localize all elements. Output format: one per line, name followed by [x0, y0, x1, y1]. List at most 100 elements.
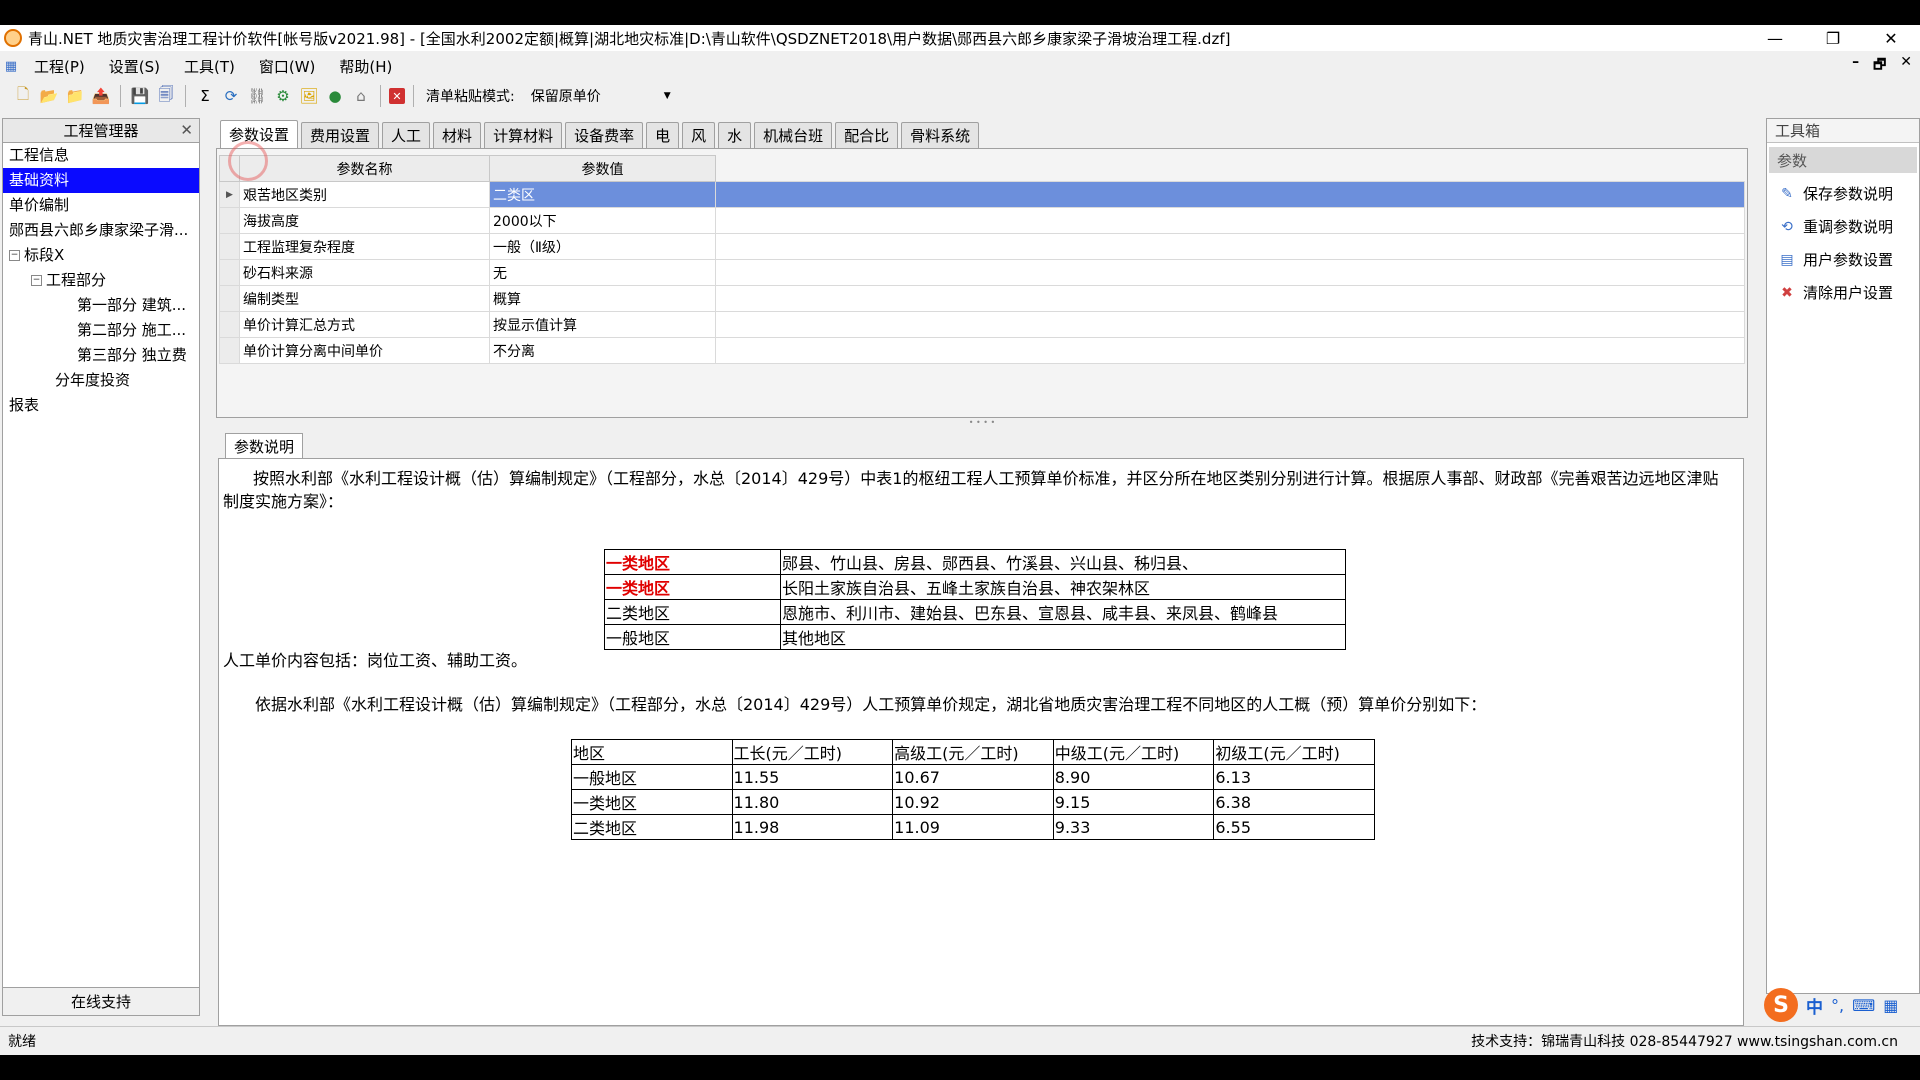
- tree-item-basic-data[interactable]: 基础资料: [3, 168, 199, 193]
- sogou-ime-icon[interactable]: S: [1764, 988, 1798, 1022]
- menu-bar: ▦ 工程(P) 设置(S) 工具(T) 窗口(W) 帮助(H) – 🗗 ✕: [0, 53, 1920, 79]
- menu-help[interactable]: 帮助(H): [327, 56, 404, 77]
- table-row[interactable]: 单价计算分离中间单价 不分离: [219, 337, 1745, 364]
- title-bar: 青山.NET 地质灾害治理工程计价软件[帐号版v2021.98] - [全国水利…: [0, 25, 1920, 51]
- reload-param-description-button[interactable]: ⟲ 重调参数说明: [1767, 210, 1919, 243]
- tab-equipment-rate[interactable]: 设备费率: [565, 122, 644, 148]
- globe-icon[interactable]: ●: [324, 85, 346, 107]
- param-value[interactable]: 不分离: [489, 337, 716, 364]
- user-param-settings-button[interactable]: ▤ 用户参数设置: [1767, 243, 1919, 276]
- restore-button[interactable]: ❐: [1804, 25, 1862, 51]
- wage-header: 工长(元／工时): [731, 739, 894, 765]
- menu-project[interactable]: 工程(P): [22, 56, 97, 77]
- paste-mode-value: 保留原单价: [530, 89, 601, 105]
- tab-bar: 参数设置 费用设置 人工 材料 计算材料 设备费率 电 风 水 机械台班 配合比…: [220, 120, 980, 148]
- clear-user-settings-button[interactable]: ✖ 清除用户设置: [1767, 276, 1919, 309]
- grid-header-row: 参数名称 参数值: [219, 155, 1745, 182]
- param-value[interactable]: 二类区: [489, 181, 716, 208]
- save-all-icon[interactable]: 🗐: [155, 85, 177, 107]
- tab-materials[interactable]: 材料: [433, 122, 482, 148]
- close-button[interactable]: ✕: [1862, 25, 1920, 51]
- tree-item-unit-price[interactable]: 单价编制: [3, 193, 199, 218]
- ime-keyboard-icon[interactable]: ⌨: [1852, 996, 1875, 1015]
- save-param-description-button[interactable]: ✎ 保存参数说明: [1767, 177, 1919, 210]
- toolbox-title: 工具箱: [1767, 119, 1919, 143]
- table-row[interactable]: ▶ 艰苦地区类别 二类区: [219, 181, 1745, 208]
- application-window: 青山.NET 地质灾害治理工程计价软件[帐号版v2021.98] - [全国水利…: [0, 25, 1920, 1055]
- tree-item-part-3[interactable]: 第三部分 独立费: [3, 343, 199, 368]
- column-header-value[interactable]: 参数值: [489, 155, 716, 182]
- mdi-restore-button[interactable]: 🗗: [1873, 54, 1886, 78]
- paste-mode-select[interactable]: 保留原单价 ▼: [527, 85, 675, 107]
- link-icon[interactable]: ⛓: [246, 85, 268, 107]
- tree-item-engineering[interactable]: − 工程部分: [3, 268, 199, 293]
- table-row: 一类地区 长阳土家族自治县、五峰土家族自治县、神农架林区: [604, 574, 1346, 600]
- table-row: 一类地区 郧县、竹山县、房县、郧西县、竹溪县、兴山县、秭归县、: [604, 549, 1346, 575]
- refresh-icon[interactable]: ⟳: [220, 85, 242, 107]
- table-row[interactable]: 编制类型 概算: [219, 285, 1745, 312]
- settings-doc-icon: ▤: [1780, 251, 1794, 268]
- table-row[interactable]: 砂石料来源 无: [219, 259, 1745, 286]
- tab-water[interactable]: 水: [718, 122, 752, 148]
- mdi-minimize-button[interactable]: –: [1852, 54, 1859, 78]
- home-icon[interactable]: ⌂: [350, 85, 372, 107]
- picture-icon[interactable]: 🖼: [298, 85, 320, 107]
- param-value[interactable]: 2000以下: [489, 207, 716, 234]
- tab-machinery[interactable]: 机械台班: [754, 122, 833, 148]
- open-folder-icon[interactable]: 📂: [38, 85, 60, 107]
- param-value[interactable]: 一般（Ⅱ级）: [489, 233, 716, 260]
- menu-window[interactable]: 窗口(W): [247, 56, 328, 77]
- mdi-close-button[interactable]: ✕: [1900, 54, 1912, 78]
- param-value[interactable]: 按显示值计算: [489, 311, 716, 338]
- open-recent-icon[interactable]: 📁: [64, 85, 86, 107]
- calc-icon[interactable]: ⚙: [272, 85, 294, 107]
- menu-settings[interactable]: 设置(S): [97, 56, 172, 77]
- tree-item-part-2[interactable]: 第二部分 施工...: [3, 318, 199, 343]
- collapse-icon[interactable]: −: [9, 250, 20, 261]
- region-areas: 郧县、竹山县、房县、郧西县、竹溪县、兴山县、秭归县、: [780, 549, 1346, 575]
- table-row[interactable]: 海拔高度 2000以下: [219, 207, 1745, 234]
- tree-item-part-1[interactable]: 第一部分 建筑...: [3, 293, 199, 318]
- online-support-button[interactable]: 在线支持: [3, 987, 199, 1015]
- region-category: 一类地区: [604, 549, 781, 575]
- save-icon[interactable]: 💾: [129, 85, 151, 107]
- tab-mix-ratio[interactable]: 配合比: [835, 122, 899, 148]
- tree-item-project-root[interactable]: 郧西县六郎乡康家梁子滑...: [3, 218, 199, 243]
- toolbox-section-params[interactable]: 参数: [1769, 147, 1917, 173]
- table-row[interactable]: 单价计算汇总方式 按显示值计算: [219, 311, 1745, 338]
- ime-chinese-mode[interactable]: 中: [1806, 993, 1823, 1018]
- tree-item-section-x[interactable]: − 标段X: [3, 243, 199, 268]
- param-value[interactable]: 无: [489, 259, 716, 286]
- wage-cell: 9.15: [1052, 789, 1215, 815]
- menu-tools[interactable]: 工具(T): [172, 56, 247, 77]
- region-areas: 恩施市、利川市、建始县、巴东县、宣恩县、咸丰县、来凤县、鹤峰县: [780, 599, 1346, 625]
- ime-grid-icon[interactable]: ▦: [1883, 996, 1898, 1015]
- tab-param-description[interactable]: 参数说明: [225, 433, 304, 459]
- ime-punctuation-icon[interactable]: °,: [1831, 996, 1844, 1015]
- ime-toolbar: S 中 °, ⌨ ▦: [1760, 987, 1920, 1023]
- exit-icon[interactable]: ✕: [389, 88, 405, 104]
- tab-fees[interactable]: 费用设置: [301, 122, 380, 148]
- app-menu-icon[interactable]: ▦: [0, 55, 22, 77]
- tab-wind[interactable]: 风: [682, 122, 716, 148]
- export-icon[interactable]: 📤: [90, 85, 112, 107]
- parameter-grid: 参数名称 参数值 ▶ 艰苦地区类别 二类区 海拔高度 2000以下 工程监理复杂…: [219, 155, 1745, 364]
- tab-electricity[interactable]: 电: [646, 122, 680, 148]
- tab-labor[interactable]: 人工: [382, 122, 431, 148]
- toolbox-item-label: 重调参数说明: [1803, 218, 1894, 236]
- new-file-icon[interactable]: 🗋: [12, 85, 34, 107]
- region-category: 二类地区: [604, 599, 781, 625]
- panel-splitter[interactable]: • • • •: [216, 419, 1748, 428]
- tab-calc-materials[interactable]: 计算材料: [484, 122, 563, 148]
- minimize-button[interactable]: —: [1746, 25, 1804, 51]
- collapse-icon[interactable]: −: [31, 275, 42, 286]
- column-header-name[interactable]: 参数名称: [239, 155, 490, 182]
- tree-item-annual-investment[interactable]: 分年度投资: [3, 368, 199, 393]
- table-row[interactable]: 工程监理复杂程度 一般（Ⅱ级）: [219, 233, 1745, 260]
- param-value[interactable]: 概算: [489, 285, 716, 312]
- tree-item-reports[interactable]: 报表: [3, 393, 199, 418]
- tab-aggregate[interactable]: 骨料系统: [901, 122, 980, 148]
- close-icon[interactable]: ✕: [180, 121, 193, 139]
- tree-item-project-info[interactable]: 工程信息: [3, 143, 199, 168]
- sum-icon[interactable]: Σ: [194, 85, 216, 107]
